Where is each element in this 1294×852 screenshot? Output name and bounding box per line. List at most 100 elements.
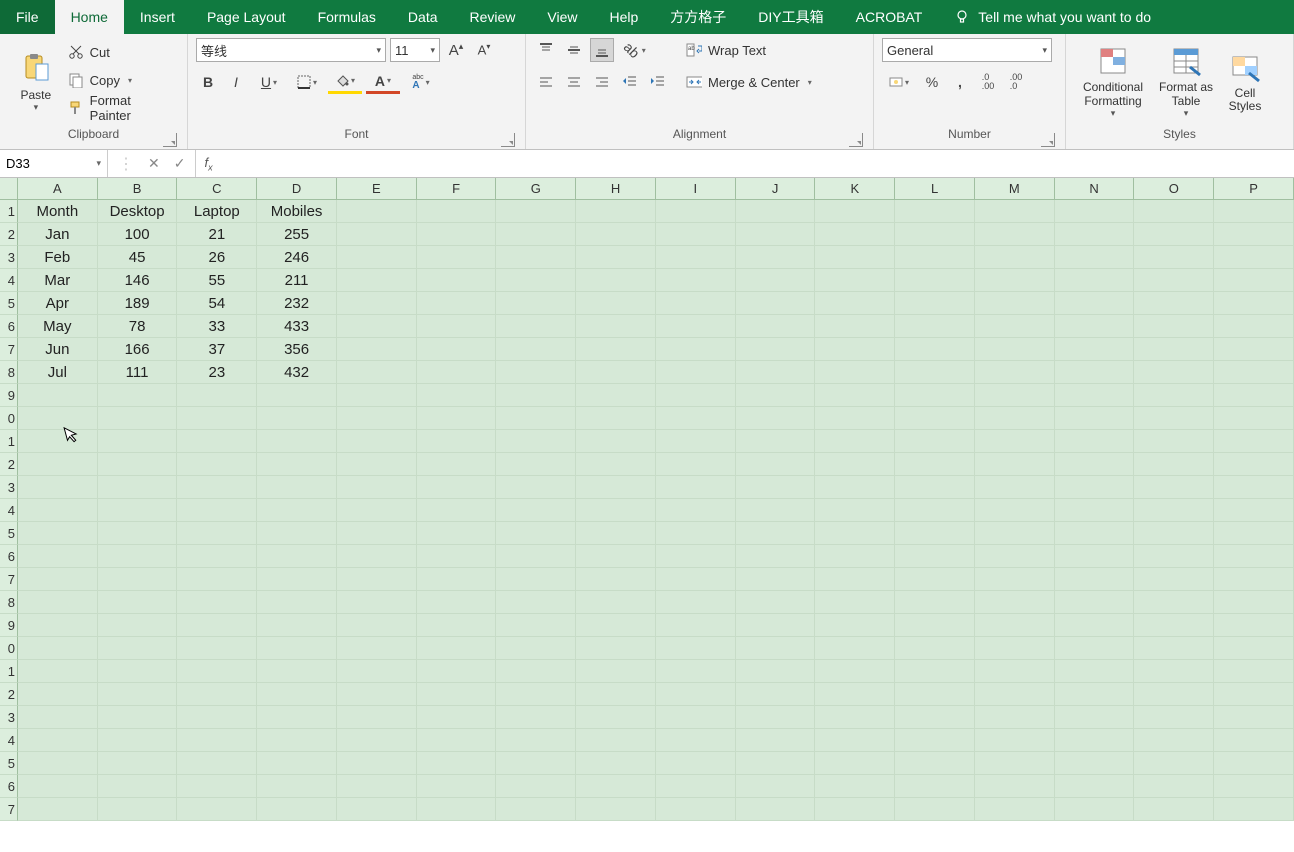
row-header[interactable]: 5 <box>0 752 18 775</box>
cell[interactable] <box>177 775 257 798</box>
cell[interactable] <box>736 729 816 752</box>
cell[interactable]: Month <box>18 200 98 223</box>
cell[interactable] <box>177 407 257 430</box>
cell[interactable] <box>736 683 816 706</box>
cell[interactable] <box>177 499 257 522</box>
cell[interactable] <box>496 269 576 292</box>
cell[interactable] <box>895 798 975 821</box>
cell[interactable] <box>98 591 178 614</box>
cell[interactable] <box>1134 706 1214 729</box>
cell[interactable] <box>895 361 975 384</box>
cell[interactable] <box>656 660 736 683</box>
number-format-combo[interactable]: General ▾ <box>882 38 1052 62</box>
cell[interactable]: 166 <box>98 338 178 361</box>
cell[interactable]: Feb <box>18 246 98 269</box>
row-header[interactable]: 2 <box>0 683 18 706</box>
enter-formula-button[interactable]: ✓ <box>174 155 186 172</box>
cell[interactable] <box>815 545 895 568</box>
row-header[interactable]: 6 <box>0 315 18 338</box>
cell[interactable] <box>1055 545 1135 568</box>
cell[interactable]: 26 <box>177 246 257 269</box>
column-header[interactable]: N <box>1055 178 1135 200</box>
cell[interactable] <box>1055 591 1135 614</box>
cut-button[interactable]: Cut <box>64 40 179 64</box>
cell[interactable] <box>815 361 895 384</box>
tab-review[interactable]: Review <box>454 0 532 34</box>
cell[interactable] <box>815 752 895 775</box>
row-header[interactable]: 7 <box>0 568 18 591</box>
cell[interactable] <box>736 361 816 384</box>
cell[interactable] <box>496 430 576 453</box>
cell[interactable] <box>1134 729 1214 752</box>
row-header[interactable]: 1 <box>0 430 18 453</box>
select-all-corner[interactable] <box>0 178 18 200</box>
cell[interactable] <box>496 361 576 384</box>
cell[interactable] <box>895 315 975 338</box>
cell[interactable] <box>895 407 975 430</box>
cell[interactable] <box>417 614 497 637</box>
row-header[interactable]: 6 <box>0 775 18 798</box>
cell[interactable] <box>975 292 1055 315</box>
cell[interactable]: Laptop <box>177 200 257 223</box>
cell[interactable] <box>257 545 337 568</box>
cell[interactable] <box>18 637 98 660</box>
cell[interactable] <box>177 591 257 614</box>
cell[interactable] <box>337 315 417 338</box>
cell[interactable] <box>656 269 736 292</box>
copy-button[interactable]: Copy ▾ <box>64 68 179 92</box>
cell[interactable] <box>1214 200 1294 223</box>
cell[interactable] <box>1134 246 1214 269</box>
cell[interactable] <box>815 407 895 430</box>
align-left-button[interactable] <box>534 70 558 94</box>
cell[interactable] <box>417 522 497 545</box>
cell[interactable] <box>576 591 656 614</box>
row-header[interactable]: 9 <box>0 384 18 407</box>
paste-button[interactable]: Paste ▾ <box>8 38 64 126</box>
cell[interactable] <box>1214 315 1294 338</box>
cell[interactable] <box>815 338 895 361</box>
cell[interactable] <box>257 591 337 614</box>
cell[interactable] <box>18 568 98 591</box>
cell[interactable]: Jun <box>18 338 98 361</box>
cell[interactable] <box>257 384 337 407</box>
cell[interactable] <box>576 706 656 729</box>
column-header[interactable]: C <box>177 178 257 200</box>
cell[interactable] <box>257 706 337 729</box>
cell[interactable] <box>1055 453 1135 476</box>
cell[interactable] <box>98 384 178 407</box>
cell[interactable] <box>736 499 816 522</box>
cell[interactable] <box>496 246 576 269</box>
cell[interactable] <box>815 384 895 407</box>
format-as-table-button[interactable]: Format as Table ▾ <box>1152 38 1220 126</box>
cell[interactable] <box>337 384 417 407</box>
cell[interactable] <box>417 407 497 430</box>
cell[interactable]: 146 <box>98 269 178 292</box>
cell[interactable]: Mobiles <box>257 200 337 223</box>
cell[interactable]: 33 <box>177 315 257 338</box>
cell[interactable] <box>337 292 417 315</box>
cell[interactable]: 255 <box>257 223 337 246</box>
cell[interactable] <box>815 453 895 476</box>
cell[interactable] <box>98 775 178 798</box>
cell[interactable] <box>496 453 576 476</box>
cell[interactable] <box>736 752 816 775</box>
cell[interactable] <box>257 499 337 522</box>
cell-styles-button[interactable]: Cell Styles <box>1220 38 1270 126</box>
cell[interactable] <box>1214 292 1294 315</box>
cell[interactable] <box>975 499 1055 522</box>
cell[interactable] <box>1214 614 1294 637</box>
column-header[interactable]: D <box>257 178 337 200</box>
cell[interactable] <box>1055 522 1135 545</box>
cell[interactable] <box>18 614 98 637</box>
cell[interactable] <box>576 292 656 315</box>
cell[interactable] <box>177 522 257 545</box>
cell[interactable] <box>895 568 975 591</box>
cell[interactable] <box>975 223 1055 246</box>
cell[interactable] <box>1055 614 1135 637</box>
column-header[interactable]: G <box>496 178 576 200</box>
cell[interactable] <box>337 637 417 660</box>
cell[interactable] <box>895 246 975 269</box>
cell[interactable] <box>257 407 337 430</box>
row-header[interactable]: 0 <box>0 407 18 430</box>
cell[interactable] <box>656 315 736 338</box>
